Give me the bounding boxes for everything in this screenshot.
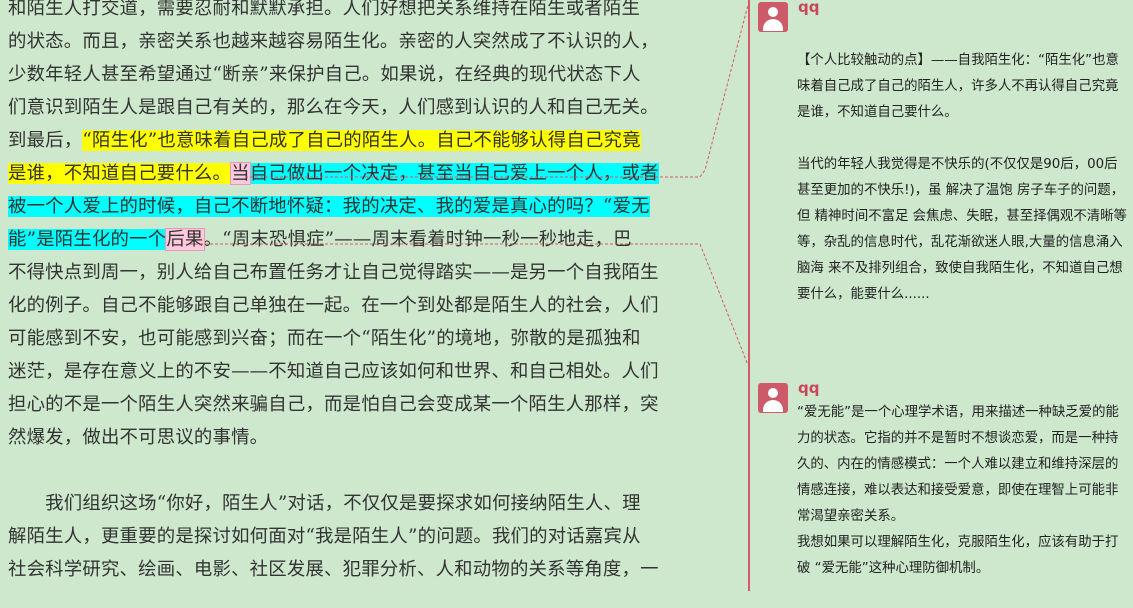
- document-line: 解陌生人，更重要的是探讨如何面对“我是陌生人”的问题。我们的对话嘉宾从: [8, 520, 641, 554]
- comment-text: “爱无能”是一个心理学术语，用来描述一种缺乏爱的能力的状态。它指的并不是暂时不想…: [797, 405, 1119, 576]
- text-segment: 迷茫，是存在意义上的不安——不知道自己应该如何和世界、和自己相处。人们: [8, 361, 659, 382]
- document-line: 少数年轻人甚至希望通过“断亲”来保护自己。如果说，在经典的现代状态下人: [8, 58, 641, 92]
- comment-text: 【个人比较触动的点】——自我陌生化：“陌生化”也意味着自己成了自己的陌生人，许多…: [797, 53, 1127, 302]
- comment-panel-border: [748, 0, 750, 591]
- comment-author: qq: [798, 0, 820, 16]
- comment-card[interactable]: qq 【个人比较触动的点】——自我陌生化：“陌生化”也意味着自己成了自己的陌生人…: [758, 0, 1128, 342]
- document-line: 被一个人爱上的时候，自己不断地怀疑：我的决定、我的爱是真心的吗？“爱无: [8, 190, 650, 224]
- document-line: 化的例子。自己不能够跟自己单独在一起。在一个到处都是陌生人的社会，人们: [8, 289, 659, 323]
- document-line: 然爆发，做出不可思议的事情。: [8, 421, 268, 455]
- document-line: 的状态。而且，亲密关系也越来越容易陌生化。亲密的人突然成了不认识的人，: [8, 25, 659, 59]
- document-line: 迷茫，是存在意义上的不安——不知道自己应该如何和世界、和自己相处。人们: [8, 355, 659, 389]
- text-segment: 可能感到不安，也可能感到兴奋；而在一个“陌生化”的境地，弥散的是孤独和: [8, 328, 641, 349]
- text-segment: 不得快点到周一，别人给自己布置任务才让自己觉得踏实——是另一个自我陌生: [8, 262, 659, 283]
- text-segment: 们意识到陌生人是跟自己有关的，那么在今天，人们感到认识的人和自己无关。: [8, 97, 659, 118]
- text-segment: 担心的不是一个陌生人突然来骗自己，而是怕自己会变成某一个陌生人那样，突: [8, 394, 659, 415]
- text-segment: 。“周末恐惧症”——周末看着时钟一秒一秒地走，巴: [203, 229, 632, 250]
- highlighted-text: 是谁，不知道自己要什么。: [8, 163, 232, 184]
- text-segment: 化的例子。自己不能够跟自己单独在一起。在一个到处都是陌生人的社会，人们: [8, 295, 659, 316]
- comment-card[interactable]: qq “爱无能”是一个心理学术语，用来描述一种缺乏爱的能力的状态。它指的并不是暂…: [758, 379, 1128, 591]
- comment-author: qq: [798, 379, 820, 397]
- text-segment: 的状态。而且，亲密关系也越来越容易陌生化。亲密的人突然成了不认识的人，: [8, 31, 659, 52]
- document-line: 担心的不是一个陌生人突然来骗自己，而是怕自己会变成某一个陌生人那样，突: [8, 388, 659, 422]
- highlighted-text: 后果: [165, 228, 205, 251]
- document-line: 们意识到陌生人是跟自己有关的，那么在今天，人们感到认识的人和自己无关。: [8, 91, 659, 125]
- text-segment: 少数年轻人甚至希望通过“断亲”来保护自己。如果说，在经典的现代状态下人: [8, 64, 641, 85]
- text-segment: 解陌生人，更重要的是探讨如何面对“我是陌生人”的问题。我们的对话嘉宾从: [8, 526, 641, 547]
- text-segment: 到最后，: [8, 130, 83, 151]
- highlighted-text: 被一个人爱上的时候，自己不断地怀疑：我的决定、我的爱是真心的吗？“爱无: [8, 196, 650, 217]
- document-line: 可能感到不安，也可能感到兴奋；而在一个“陌生化”的境地，弥散的是孤独和: [8, 322, 641, 356]
- document-line: 我们组织这场“你好，陌生人”对话，不仅仅是要探求如何接纳陌生人、理: [8, 487, 641, 521]
- document-line: 是谁，不知道自己要什么。当自己做出一个决定，甚至当自己爱上一个人，或者: [8, 157, 659, 191]
- user-avatar-icon: [758, 2, 788, 32]
- document-line: 不得快点到周一，别人给自己布置任务才让自己觉得踏实——是另一个自我陌生: [8, 256, 659, 290]
- highlighted-text: 能”是陌生化的一个: [8, 229, 167, 250]
- text-segment: 我们组织这场“你好，陌生人”对话，不仅仅是要探求如何接纳陌生人、理: [8, 493, 641, 514]
- document-line: 和陌生人打交道，需要忍耐和默默承担。人们好想把关系维持在陌生或者陌生: [8, 0, 640, 26]
- text-segment: 社会科学研究、绘画、电影、社区发展、犯罪分析、人和动物的关系等角度，一: [8, 559, 659, 580]
- document-line: 到最后，“陌生化”也意味着自己成了自己的陌生人。自己不能够认得自己究竟: [8, 124, 641, 158]
- highlighted-text: 自己做出一个决定，甚至当自己爱上一个人，或者: [249, 163, 659, 184]
- user-avatar-icon: [758, 383, 788, 413]
- text-segment: 然爆发，做出不可思议的事情。: [8, 427, 269, 448]
- highlighted-text: “陌生化”也意味着自己成了自己的陌生人。自己不能够认得自己究竟: [82, 130, 641, 151]
- document-line: 能”是陌生化的一个后果。“周末恐惧症”——周末看着时钟一秒一秒地走，巴: [8, 223, 632, 257]
- text-segment: 和陌生人打交道，需要忍耐和默默承担。人们好想把关系维持在陌生或者陌生: [8, 0, 641, 19]
- highlighted-text: 当: [230, 162, 251, 185]
- document-line: 社会科学研究、绘画、电影、社区发展、犯罪分析、人和动物的关系等角度，一: [8, 553, 659, 587]
- document-body[interactable]: 和陌生人打交道，需要忍耐和默默承担。人们好想把关系维持在陌生或者陌生 的状态。而且…: [0, 0, 705, 608]
